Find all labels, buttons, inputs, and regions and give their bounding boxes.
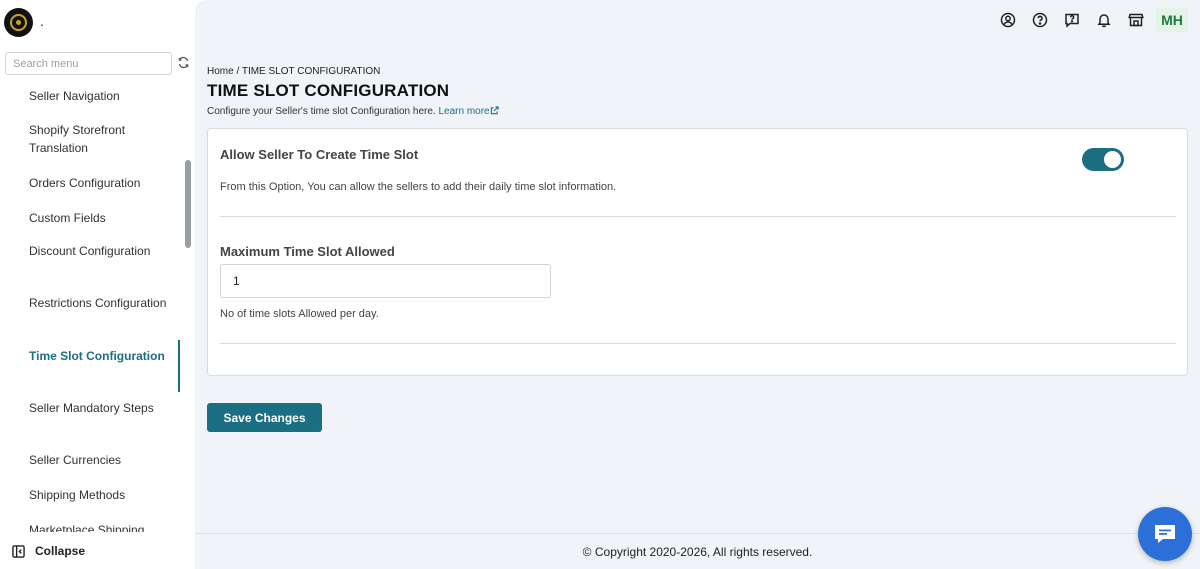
shop-name: .: [40, 13, 44, 29]
sidebar-item-discount-configuration[interactable]: Discount Configuration: [29, 243, 169, 261]
sidebar-item-seller-currencies[interactable]: Seller Currencies: [29, 452, 169, 470]
max-time-slot-label: Maximum Time Slot Allowed: [220, 244, 395, 259]
sidebar-scrollbar[interactable]: [185, 160, 191, 248]
sidebar: . Seller Navigation Shopify Storefront T…: [0, 0, 195, 569]
allow-time-slot-title: Allow Seller To Create Time Slot: [220, 147, 419, 162]
allow-time-slot-description: From this Option, You can allow the sell…: [220, 181, 617, 193]
sidebar-item-seller-navigation[interactable]: Seller Navigation: [29, 88, 169, 106]
sidebar-item-marketplace-shipping[interactable]: Marketplace Shipping: [29, 522, 169, 532]
search-menu-input[interactable]: [5, 52, 172, 75]
help-icon[interactable]: [1032, 12, 1048, 28]
toggle-knob: [1104, 151, 1121, 168]
sidebar-item-shopify-storefront-translation[interactable]: Shopify Storefront Translation: [29, 122, 169, 157]
max-time-slot-input[interactable]: [220, 264, 551, 298]
max-time-slot-help: No of time slots Allowed per day.: [220, 308, 379, 320]
divider: [220, 343, 1176, 344]
sidebar-item-orders-configuration[interactable]: Orders Configuration: [29, 175, 169, 193]
sidebar-item-restrictions-configuration[interactable]: Restrictions Configuration: [29, 295, 169, 313]
breadcrumb-separator: /: [233, 66, 242, 77]
footer-divider: [195, 533, 1200, 534]
page-description: Configure your Seller's time slot Config…: [207, 106, 499, 117]
save-changes-button[interactable]: Save Changes: [207, 403, 322, 432]
breadcrumb-current: TIME SLOT CONFIGURATION: [241, 66, 381, 77]
store-icon[interactable]: [1128, 12, 1144, 28]
sidebar-item-seller-mandatory-steps[interactable]: Seller Mandatory Steps: [29, 400, 169, 418]
time-slot-settings-card: Allow Seller To Create Time Slot From th…: [207, 128, 1188, 376]
sidebar-item-shipping-methods[interactable]: Shipping Methods: [29, 487, 169, 505]
active-item-indicator: [178, 340, 180, 392]
bell-icon[interactable]: [1096, 12, 1112, 28]
main-content: MH Home / TIME SLOT CONFIGURATION TIME S…: [195, 0, 1200, 569]
collapse-label: Collapse: [35, 544, 86, 558]
breadcrumb: Home / TIME SLOT CONFIGURATION: [207, 66, 380, 77]
chat-icon: [1155, 525, 1175, 543]
shop-logo[interactable]: [4, 8, 33, 37]
chat-button[interactable]: [1138, 507, 1192, 561]
account-icon[interactable]: [1000, 12, 1016, 28]
collapse-button[interactable]: Collapse: [0, 533, 195, 569]
external-link-icon: [490, 106, 499, 115]
learn-more-label: Learn more: [438, 106, 490, 117]
copyright-text: © Copyright 2020-2026, All rights reserv…: [582, 545, 813, 559]
divider: [220, 216, 1176, 217]
allow-time-slot-toggle[interactable]: [1082, 148, 1124, 171]
page-description-text: Configure your Seller's time slot Config…: [207, 106, 436, 117]
refresh-icon[interactable]: [177, 56, 190, 69]
breadcrumb-home-link[interactable]: Home: [207, 66, 234, 77]
feedback-icon[interactable]: [1064, 12, 1080, 28]
sidebar-item-time-slot-configuration[interactable]: Time Slot Configuration: [29, 348, 169, 366]
user-avatar[interactable]: MH: [1156, 8, 1188, 32]
sidebar-menu: Seller Navigation Shopify Storefront Tra…: [0, 80, 182, 532]
learn-more-link[interactable]: Learn more: [438, 106, 499, 117]
page-title: TIME SLOT CONFIGURATION: [207, 81, 450, 100]
collapse-sidebar-icon: [12, 545, 25, 558]
sidebar-item-custom-fields[interactable]: Custom Fields: [29, 210, 169, 228]
